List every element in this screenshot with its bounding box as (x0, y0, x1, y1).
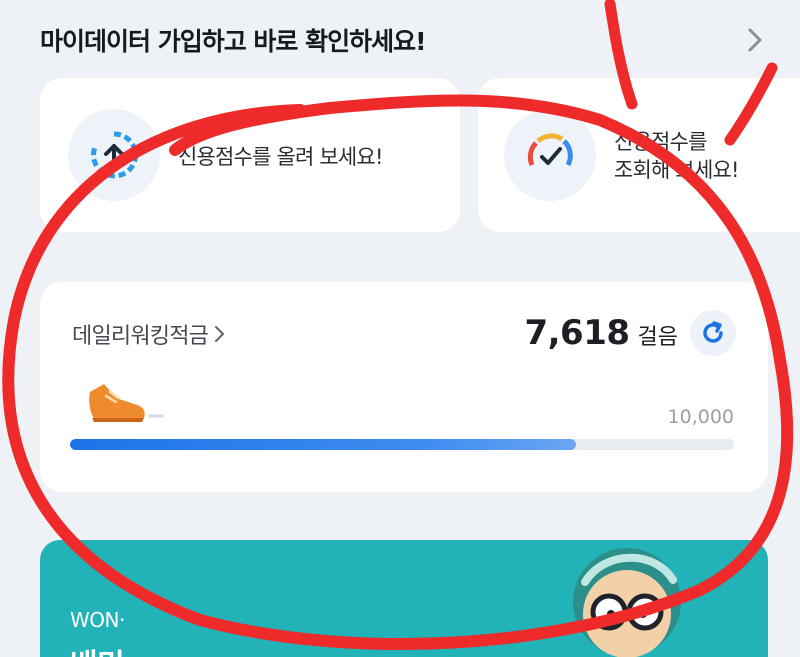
steps-unit: 걸음 (637, 325, 678, 350)
refresh-button[interactable] (690, 310, 736, 356)
promo-line1: WON· (70, 608, 125, 632)
credit-check-label: 신용점수를 조회해 보세요! (614, 129, 739, 182)
shoe-icon (86, 378, 166, 428)
chevron-right-icon[interactable] (740, 25, 770, 55)
walking-title: 데일리워킹적금 (72, 324, 209, 349)
mascot-image (565, 542, 685, 657)
arrow-up-gauge-icon (68, 109, 160, 201)
mydata-header[interactable]: 마이데이터 가입하고 바로 확인하세요! (40, 18, 770, 62)
daily-walking-savings-card[interactable]: 데일리워킹적금 7,618 걸음 10,000 (40, 282, 768, 492)
steps-progress-bar (70, 439, 734, 450)
credit-score-raise-card[interactable]: 신용점수를 올려 보세요! (40, 78, 460, 232)
steps-progress-fill (70, 439, 576, 450)
refresh-icon (703, 321, 723, 343)
credit-score-check-card[interactable]: 신용점수를 조회해 보세요! (478, 78, 800, 232)
walking-title-link[interactable]: 데일리워킹적금 (72, 318, 226, 350)
steps-display: 7,618 걸음 (524, 310, 736, 356)
steps-count: 7,618 (524, 313, 630, 353)
credit-raise-label: 신용점수를 올려 보세요! (178, 144, 383, 169)
promo-line2: 배민 (70, 640, 125, 657)
promo-banner[interactable]: WON· 배민 (40, 540, 768, 657)
chevron-right-icon (214, 324, 226, 344)
check-gauge-icon (504, 109, 596, 201)
goal-steps: 10,000 (667, 406, 734, 428)
header-title: 마이데이터 가입하고 바로 확인하세요! (40, 27, 427, 56)
